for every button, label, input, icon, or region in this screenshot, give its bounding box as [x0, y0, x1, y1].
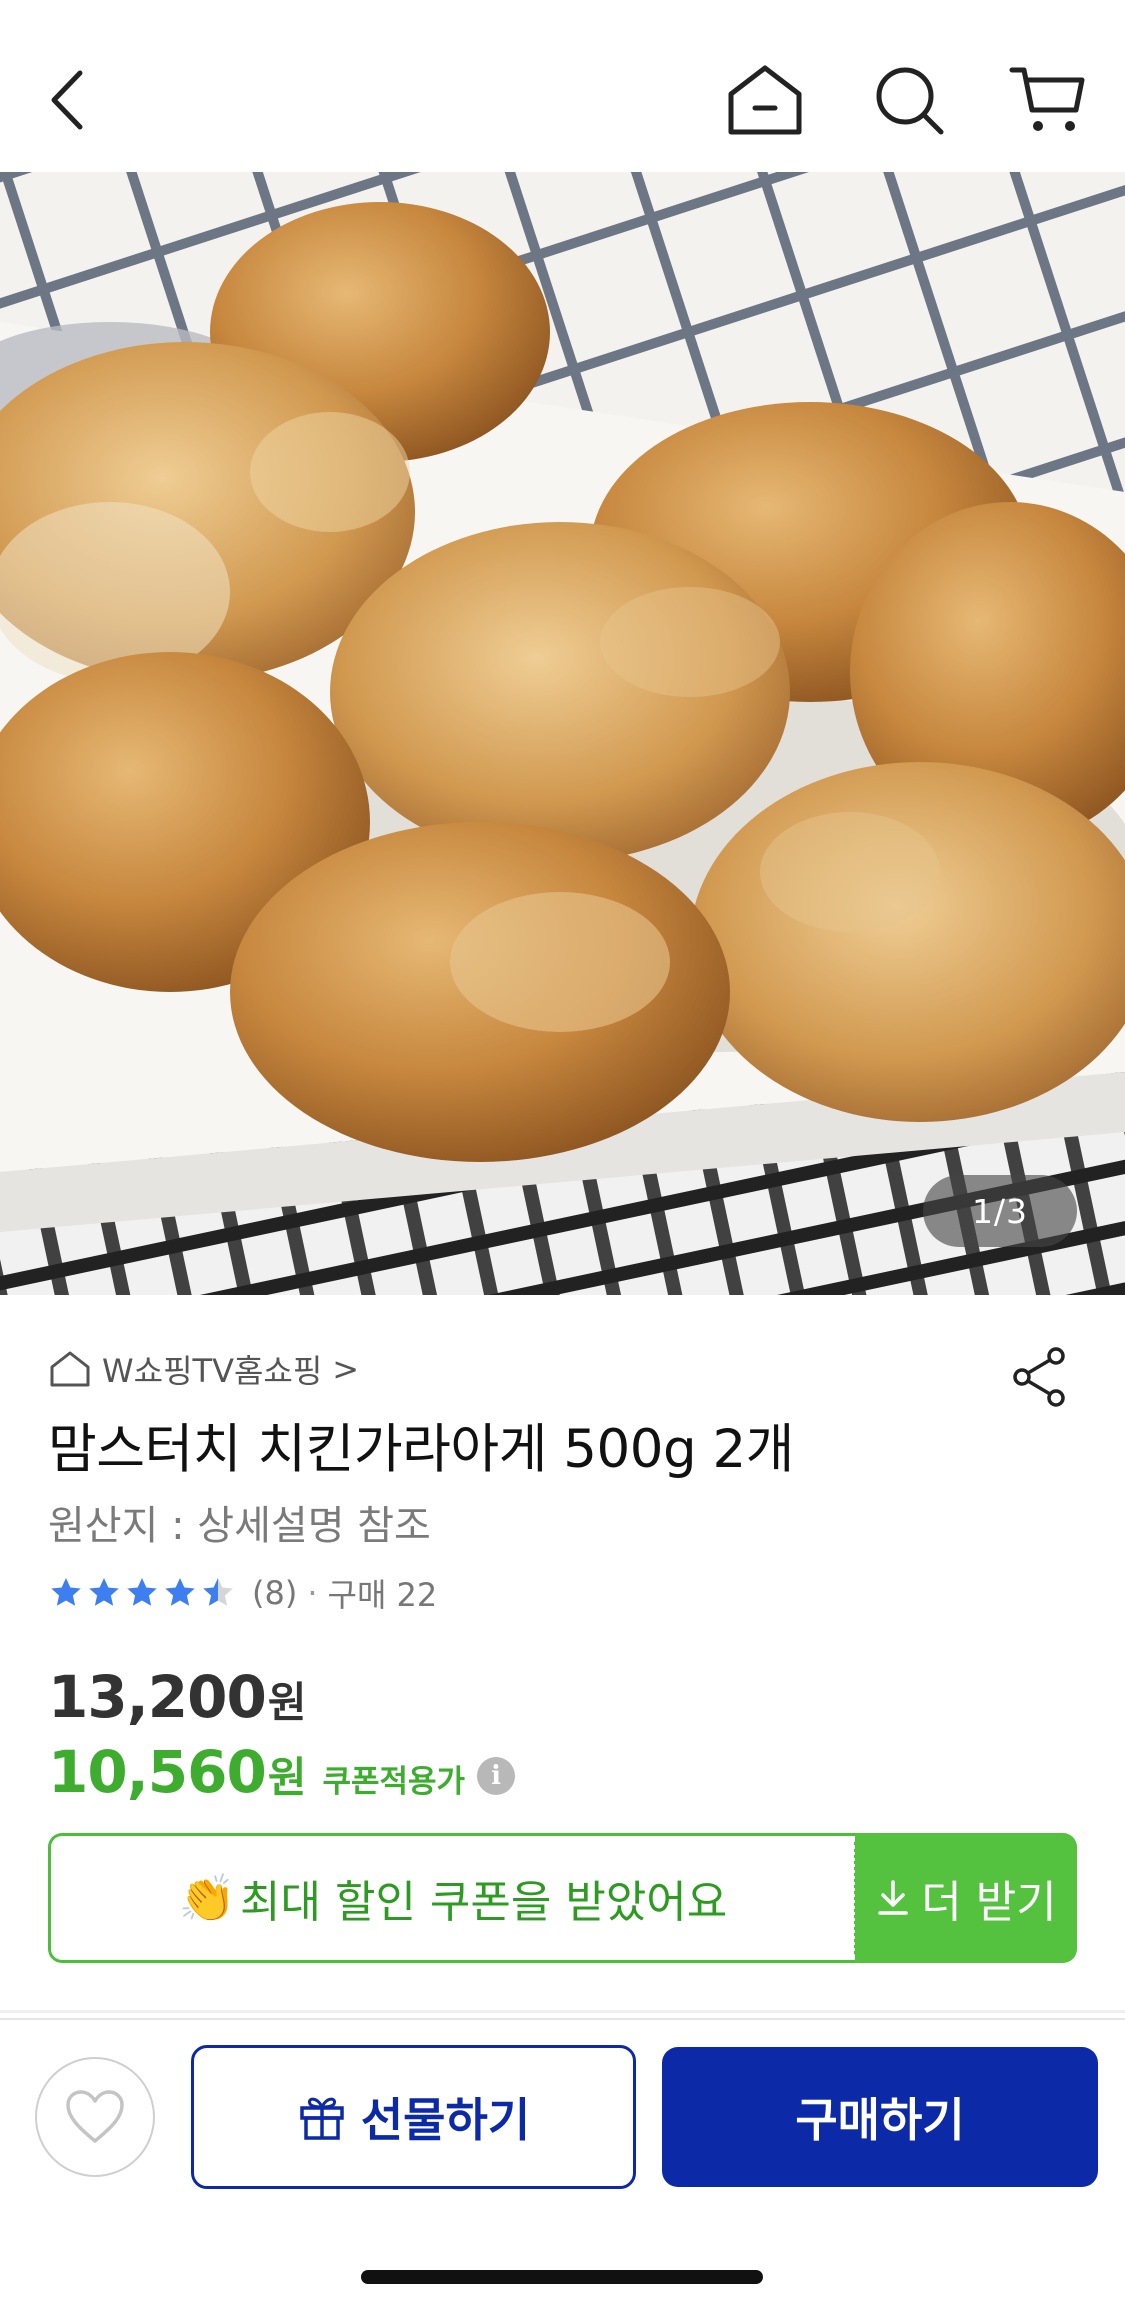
- coupon-received-banner[interactable]: 👏 최대 할인 쿠폰을 받았어요: [48, 1833, 857, 1963]
- star-half-icon: [203, 1578, 233, 1606]
- store-link[interactable]: W쇼핑TV홈쇼핑 >: [48, 1347, 359, 1391]
- chevron-right-icon: >: [332, 1350, 360, 1388]
- product-origin: 원산지 : 상세설명 참조: [48, 1503, 431, 1549]
- wishlist-button[interactable]: [35, 2057, 155, 2177]
- coupon-message: 최대 할인 쿠폰을 받았어요: [240, 1877, 728, 1928]
- review-count: (8): [252, 1574, 298, 1612]
- gift-button-label: 선물하기: [360, 2093, 531, 2147]
- info-icon[interactable]: i: [477, 1757, 516, 1795]
- store-home-icon: [50, 1351, 90, 1387]
- back-button[interactable]: [25, 55, 115, 145]
- download-icon: [878, 1880, 909, 1915]
- purchase-count: 구매 22: [327, 1576, 438, 1614]
- section-divider: [0, 2010, 1125, 2013]
- cart-button[interactable]: [1003, 55, 1093, 145]
- bottom-action-bar: 선물하기 구매하기: [0, 2018, 1125, 2313]
- store-name: W쇼핑TV홈쇼핑: [102, 1352, 323, 1390]
- get-more-coupons-label: 더 받기: [921, 1877, 1057, 1928]
- clap-icon: 👏: [178, 1870, 237, 1925]
- share-icon: [1013, 1347, 1065, 1407]
- product-image-gallery[interactable]: 1/3: [0, 172, 1125, 1295]
- star-icon: [89, 1578, 119, 1606]
- star-icon: [51, 1578, 81, 1606]
- buy-button[interactable]: 구매하기: [662, 2047, 1098, 2187]
- get-more-coupons-button[interactable]: 더 받기: [855, 1833, 1077, 1963]
- product-title: 맘스터치 치킨가라아게 500g 2개: [48, 1419, 794, 1480]
- original-price-currency: 원: [267, 1678, 307, 1727]
- original-price-value: 13,200: [48, 1663, 267, 1731]
- search-icon: [876, 67, 944, 135]
- coupon-price-label: 쿠폰적용가: [322, 1764, 466, 1800]
- coupon-message-row: 👏 최대 할인 쿠폰을 받았어요: [179, 1866, 728, 1930]
- coupon-price: 10,560 원 쿠폰적용가 i: [48, 1738, 516, 1806]
- coupon-price-value: 10,560: [48, 1738, 267, 1806]
- star-icon: [127, 1578, 157, 1606]
- buy-button-label: 구매하기: [795, 2093, 965, 2147]
- gift-icon: [300, 2097, 344, 2140]
- home-icon: [728, 65, 802, 135]
- top-navigation-bar: [0, 0, 1125, 172]
- gift-button[interactable]: 선물하기: [191, 2045, 636, 2189]
- rating-row[interactable]: (8) · 구매 22: [48, 1570, 437, 1616]
- coupon-price-currency: 원: [267, 1753, 307, 1802]
- home-indicator: [361, 2270, 763, 2284]
- heart-icon: [66, 2090, 124, 2143]
- home-button[interactable]: [720, 55, 810, 145]
- back-icon: [51, 70, 83, 130]
- star-rating: [48, 1575, 236, 1611]
- star-icon: [165, 1578, 195, 1606]
- product-image: [0, 172, 1125, 1295]
- original-price: 13,200 원: [48, 1663, 306, 1731]
- cart-icon: [1009, 67, 1085, 131]
- separator-dot: ·: [307, 1574, 318, 1612]
- share-button[interactable]: [1000, 1337, 1080, 1417]
- image-page-indicator: 1/3: [923, 1175, 1077, 1247]
- search-button[interactable]: [864, 55, 954, 145]
